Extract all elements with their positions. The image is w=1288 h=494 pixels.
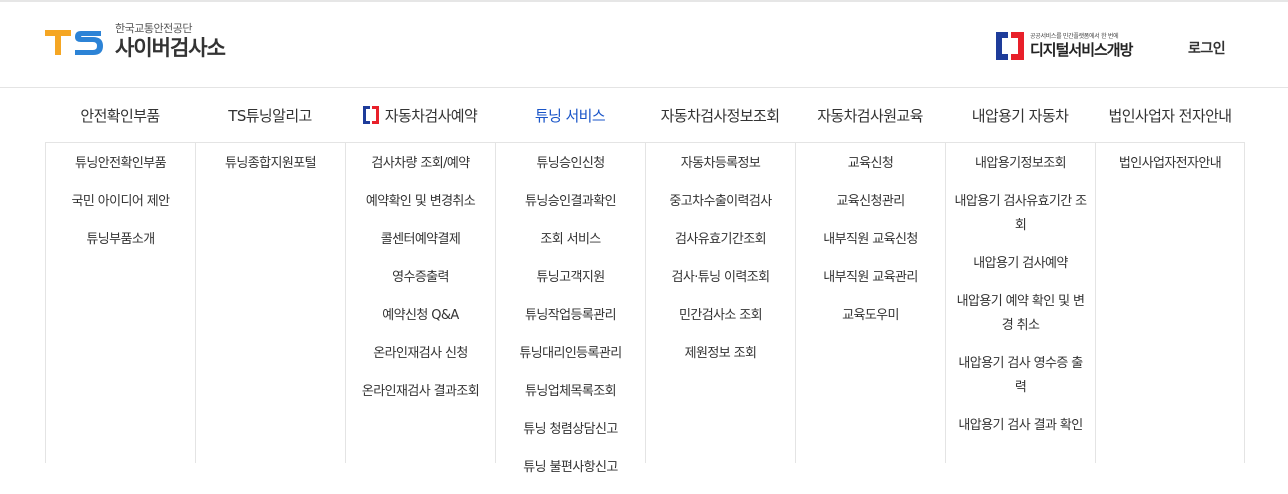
- logo-org-name: 한국교통안전공단: [115, 22, 192, 35]
- menu-item[interactable]: 내압용기 검사 결과 확인: [946, 414, 1095, 438]
- menu-item[interactable]: 튜닝대리인등록관리: [496, 342, 645, 366]
- digital-service-text: 공공서비스를 민간플랫폼에서 한 번에 디지털서비스개방: [1030, 32, 1133, 60]
- menu-item[interactable]: 튜닝 불편사항신고: [496, 456, 645, 480]
- menu-item[interactable]: 내압용기 예약 확인 및 변경 취소: [946, 290, 1095, 338]
- menu-item[interactable]: 튜닝부품소개: [46, 228, 195, 252]
- ts-logo-icon: [45, 29, 103, 55]
- nav-inspector-training[interactable]: 자동차검사원교육: [795, 89, 945, 142]
- site-logo[interactable]: 한국교통안전공단 사이버검사소: [45, 22, 226, 61]
- nav-pressure-vessel-vehicle[interactable]: 내압용기 자동차: [945, 89, 1095, 142]
- menu-item[interactable]: 영수증출력: [346, 266, 495, 290]
- menu-item[interactable]: 튜닝업체목록조회: [496, 380, 645, 404]
- nav-label: 자동차검사예약: [384, 107, 478, 125]
- menu-item[interactable]: 교육신청관리: [796, 190, 945, 214]
- menu-item[interactable]: 내압용기정보조회: [946, 152, 1095, 176]
- menu-item[interactable]: 콜센터예약결제: [346, 228, 495, 252]
- menu-item[interactable]: 내부직원 교육관리: [796, 266, 945, 290]
- menu-column-pressure-vessel: 내압용기정보조회 내압용기 검사유효기간 조회 내압용기 검사예약 내압용기 예…: [945, 143, 1095, 463]
- nav-tuning-service[interactable]: 튜닝 서비스: [495, 89, 645, 142]
- menu-item[interactable]: 제원정보 조회: [646, 342, 795, 366]
- nav-corporate-e-notice[interactable]: 법인사업자 전자안내: [1095, 89, 1245, 142]
- menu-item[interactable]: 튜닝안전확인부품: [46, 152, 195, 176]
- menu-item[interactable]: 튜닝승인신청: [496, 152, 645, 176]
- nav-safety-parts[interactable]: 안전확인부품: [45, 89, 195, 142]
- menu-item[interactable]: 튜닝 청렴상담신고: [496, 418, 645, 442]
- nav-label: TS튜닝알리고: [228, 107, 312, 125]
- menu-column-ts-tuning: 튜닝종합지원포털: [195, 143, 345, 463]
- menu-item[interactable]: 국민 아이디어 제안: [46, 190, 195, 214]
- site-header: 한국교통안전공단 사이버검사소 공공서비스를 민간플랫폼에서 한 번에 디지털서…: [0, 2, 1288, 88]
- menu-item[interactable]: 검사·튜닝 이력조회: [646, 266, 795, 290]
- menu-item[interactable]: 검사유효기간조회: [646, 228, 795, 252]
- digital-service-title: 디지털서비스개방: [1030, 40, 1133, 59]
- menu-item[interactable]: 온라인재검사 신청: [346, 342, 495, 366]
- main-nav: 안전확인부품 TS튜닝알리고 자동차검사예약 튜닝 서비스 자동차검사정보조회 …: [45, 89, 1245, 143]
- nav-label: 내압용기 자동차: [971, 107, 1069, 125]
- menu-item[interactable]: 민간검사소 조회: [646, 304, 795, 328]
- menu-item[interactable]: 예약신청 Q&A: [346, 304, 495, 328]
- logo-site-name: 사이버검사소: [115, 36, 226, 60]
- menu-item[interactable]: 튜닝작업등록관리: [496, 304, 645, 328]
- menu-item[interactable]: 튜닝고객지원: [496, 266, 645, 290]
- nav-label: 자동차검사정보조회: [660, 107, 780, 125]
- digital-service-logo-icon: [996, 32, 1024, 60]
- nav-label: 튜닝 서비스: [534, 107, 606, 125]
- menu-item[interactable]: 튜닝종합지원포털: [196, 152, 345, 176]
- menu-item[interactable]: 법인사업자전자안내: [1096, 152, 1244, 176]
- menu-column-corporate: 법인사업자전자안내: [1095, 143, 1245, 463]
- nav-label: 법인사업자 전자안내: [1108, 107, 1233, 125]
- menu-item[interactable]: 예약확인 및 변경취소: [346, 190, 495, 214]
- digital-service-mark-icon: [362, 106, 379, 124]
- menu-item[interactable]: 교육신청: [796, 152, 945, 176]
- mega-menu: 튜닝안전확인부품 국민 아이디어 제안 튜닝부품소개 튜닝종합지원포털 검사차량…: [45, 143, 1245, 494]
- menu-item[interactable]: 내압용기 검사 영수증 출력: [946, 352, 1095, 400]
- login-link[interactable]: 로그인: [1188, 38, 1226, 58]
- nav-inspection-reservation[interactable]: 자동차검사예약: [345, 89, 495, 142]
- menu-item[interactable]: 내부직원 교육신청: [796, 228, 945, 252]
- menu-item[interactable]: 검사차량 조회/예약: [346, 152, 495, 176]
- nav-label: 자동차검사원교육: [817, 107, 923, 125]
- nav-label: 안전확인부품: [80, 107, 160, 125]
- menu-item[interactable]: 튜닝승인결과확인: [496, 190, 645, 214]
- menu-column-safety-parts: 튜닝안전확인부품 국민 아이디어 제안 튜닝부품소개: [45, 143, 195, 463]
- menu-item[interactable]: 교육도우미: [796, 304, 945, 328]
- digital-service-tagline: 공공서비스를 민간플랫폼에서 한 번에: [1030, 32, 1119, 40]
- nav-inspection-info[interactable]: 자동차검사정보조회: [645, 89, 795, 142]
- menu-column-tuning-service: 튜닝승인신청 튜닝승인결과확인 조회 서비스 튜닝고객지원 튜닝작업등록관리 튜…: [495, 143, 645, 475]
- digital-service-banner[interactable]: 공공서비스를 민간플랫폼에서 한 번에 디지털서비스개방: [996, 32, 1133, 60]
- menu-column-reservation: 검사차량 조회/예약 예약확인 및 변경취소 콜센터예약결제 영수증출력 예약신…: [345, 143, 495, 463]
- menu-column-inspector-training: 교육신청 교육신청관리 내부직원 교육신청 내부직원 교육관리 교육도우미: [795, 143, 945, 463]
- nav-ts-tuning-alligo[interactable]: TS튜닝알리고: [195, 89, 345, 142]
- logo-text: 한국교통안전공단 사이버검사소: [115, 22, 226, 61]
- menu-item[interactable]: 내압용기 검사예약: [946, 252, 1095, 276]
- menu-item[interactable]: 내압용기 검사유효기간 조회: [946, 190, 1095, 238]
- menu-column-inspection-info: 자동차등록정보 중고차수출이력검사 검사유효기간조회 검사·튜닝 이력조회 민간…: [645, 143, 795, 463]
- menu-item[interactable]: 온라인재검사 결과조회: [346, 380, 495, 404]
- menu-item[interactable]: 자동차등록정보: [646, 152, 795, 176]
- menu-item[interactable]: 중고차수출이력검사: [646, 190, 795, 214]
- menu-item[interactable]: 조회 서비스: [496, 228, 645, 252]
